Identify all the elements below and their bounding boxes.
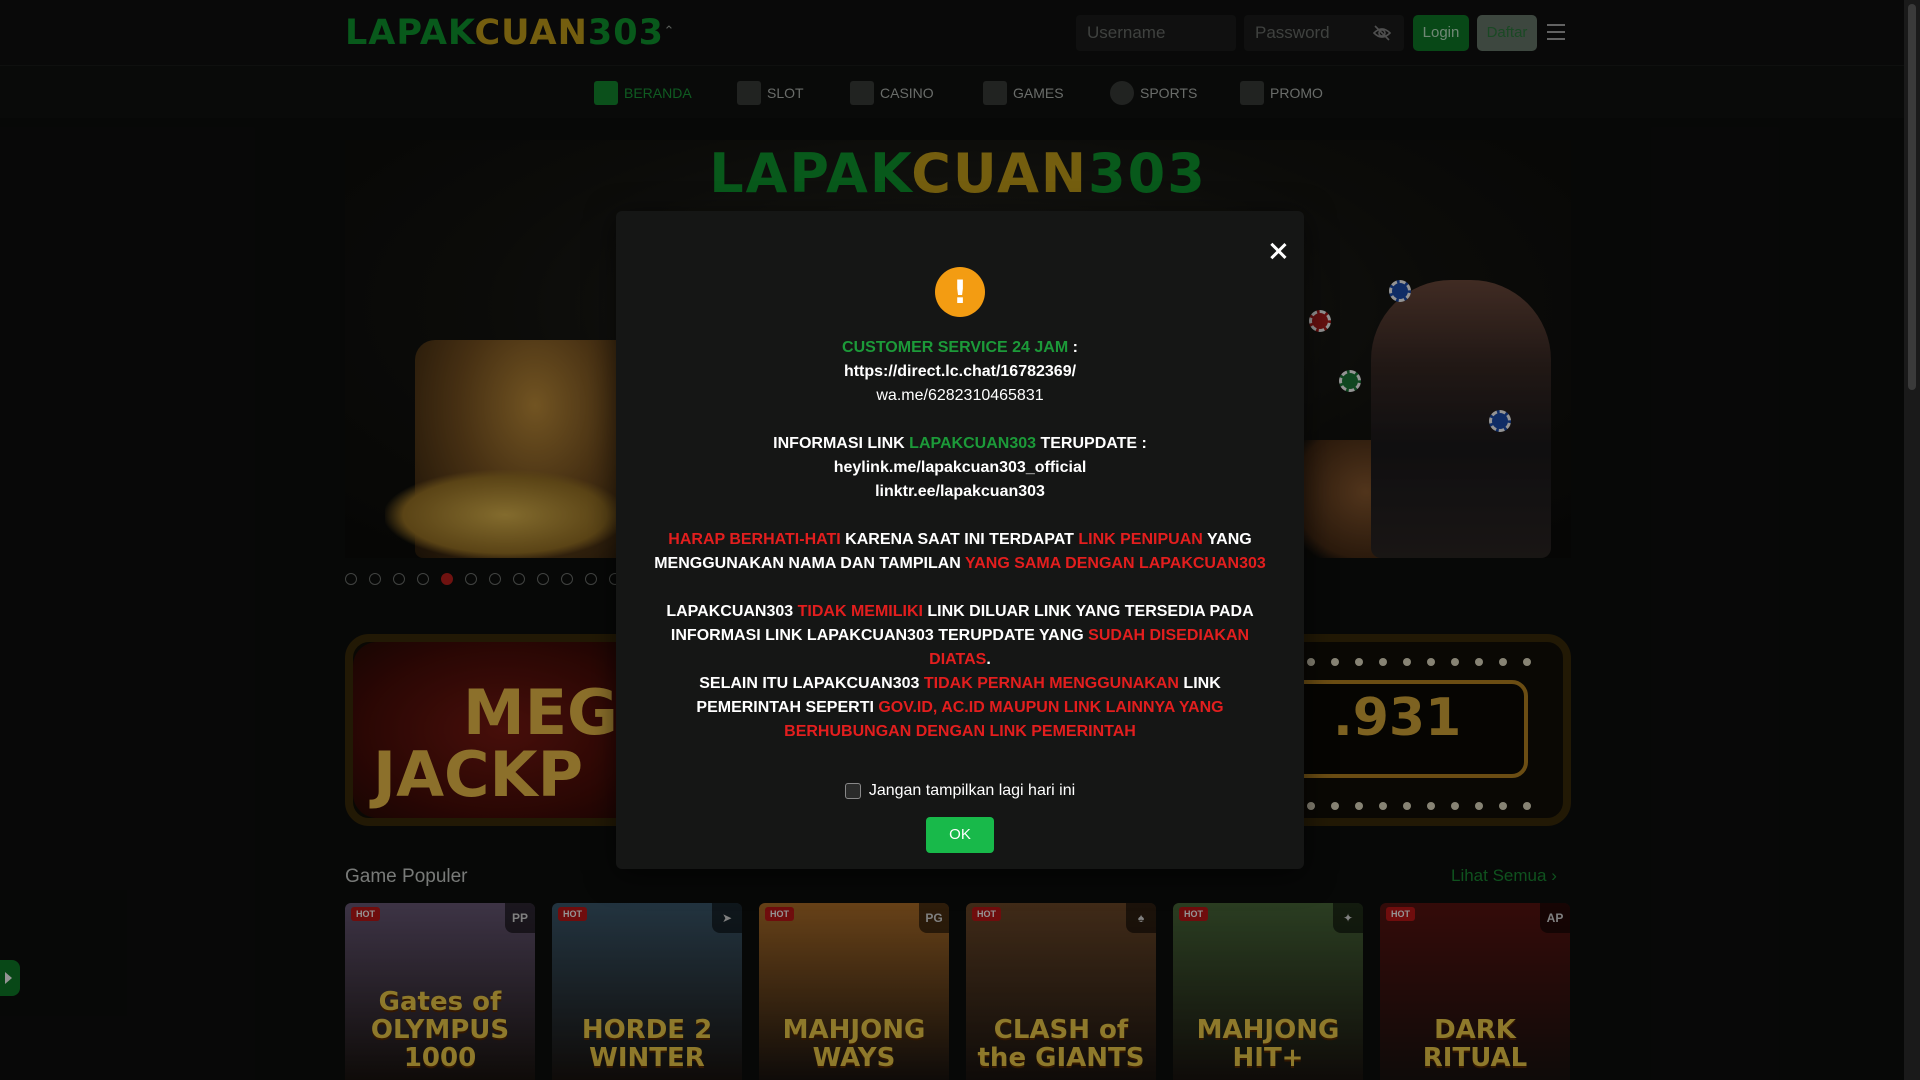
close-icon[interactable] <box>1266 239 1290 263</box>
dont-show-label: Jangan tampilkan lagi hari ini <box>868 782 1076 799</box>
announcement-modal: ! CUSTOMER SERVICE 24 JAM : https://dire… <box>616 211 1304 869</box>
dont-show-row[interactable]: Jangan tampilkan lagi hari ini <box>616 782 1304 800</box>
ok-button[interactable]: OK <box>926 817 994 853</box>
page-scrollbar[interactable] <box>1904 0 1920 1080</box>
dont-show-checkbox[interactable] <box>844 783 861 799</box>
warning-icon: ! <box>935 267 985 317</box>
wa-link[interactable]: wa.me/6282310465831 <box>876 387 1043 404</box>
cs-link[interactable]: https://direct.lc.chat/16782369/ <box>844 363 1076 380</box>
modal-message: CUSTOMER SERVICE 24 JAM : https://direct… <box>654 339 1266 740</box>
heylink-link[interactable]: heylink.me/lapakcuan303_official <box>834 459 1087 476</box>
linktree-link[interactable]: linktr.ee/lapakcuan303 <box>875 483 1045 500</box>
